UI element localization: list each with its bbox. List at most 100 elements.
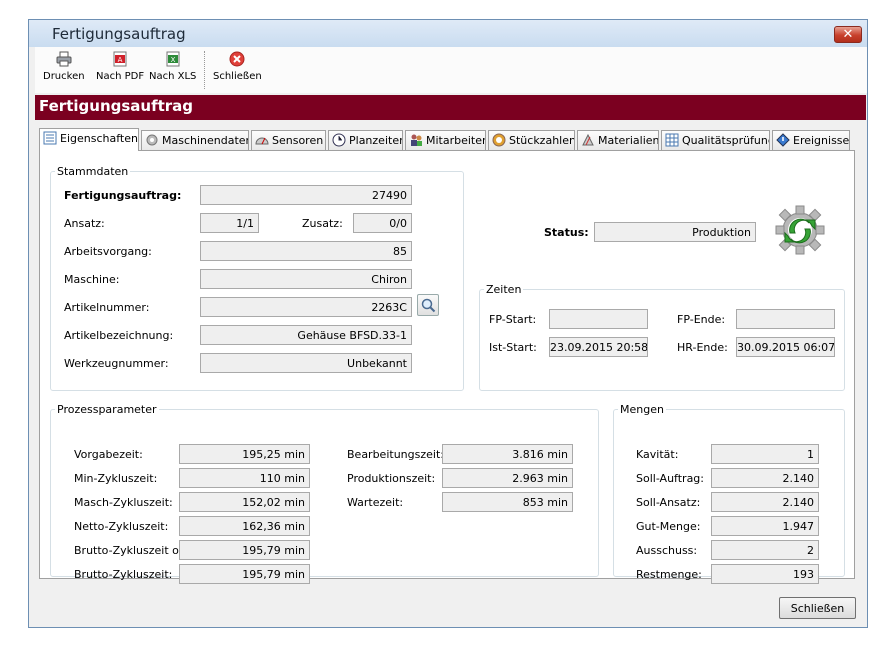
toolbar: Drucken A Nach PDF X Nach XLS Schließen	[35, 47, 867, 93]
svg-text:A: A	[118, 56, 123, 64]
ist-start-field: 23.09.2015 20:58	[549, 337, 648, 357]
dialog-window: Fertigungsauftrag ✕ Drucken A Nach PDF X…	[28, 19, 868, 628]
brutto-zykluszeit-os-label: Brutto-Zykluszeit oS:	[74, 544, 190, 557]
maschine-label: Maschine:	[64, 273, 120, 286]
hr-ende-field: 30.09.2015 06:07	[736, 337, 835, 357]
arbeitsvorgang-field: 85	[200, 241, 412, 261]
soll-ansatz-label: Soll-Ansatz:	[636, 496, 701, 509]
artikelbezeichnung-label: Artikelbezeichnung:	[64, 329, 174, 342]
brutto-zykluszeit-os-field: 195,79 min	[179, 540, 310, 560]
status-field: Produktion	[594, 222, 756, 242]
netto-zykluszeit-label: Netto-Zykluszeit:	[74, 520, 169, 533]
wartezeit-label: Wartezeit:	[347, 496, 404, 509]
tab-label: Materialien	[598, 134, 659, 147]
tab-label: Sensoren	[272, 134, 324, 147]
svg-text:X: X	[170, 56, 175, 64]
min-zykluszeit-label: Min-Zykluszeit:	[74, 472, 158, 485]
brutto-zykluszeit-label: Brutto-Zykluszeit:	[74, 568, 173, 581]
status-label: Status:	[544, 226, 589, 239]
tab-materialien[interactable]: Materialien	[577, 130, 659, 150]
artikelbezeichnung-field: Gehäuse BFSD.33-1	[200, 325, 412, 345]
tab-label: Mitarbeiter	[426, 134, 486, 147]
tab-label: Qualitätsprüfung	[682, 134, 770, 147]
fp-ende-label: FP-Ende:	[677, 313, 726, 326]
masch-zykluszeit-label: Masch-Zykluszeit:	[74, 496, 173, 509]
artikelnummer-field: 2263C	[200, 297, 412, 317]
werkzeugnummer-label: Werkzeugnummer:	[64, 357, 169, 370]
werkzeugnummer-field: Unbekannt	[200, 353, 412, 373]
close-label: Schließen	[213, 71, 262, 82]
ansatz-field: 1/1	[200, 213, 259, 233]
mengen-legend: Mengen	[620, 403, 664, 416]
artikelnummer-label: Artikelnummer:	[64, 301, 150, 314]
fertigungsauftrag-label: Fertigungsauftrag:	[64, 189, 182, 202]
tab-mitarbeiter[interactable]: Mitarbeiter	[405, 130, 486, 150]
tab-stueckzahlen[interactable]: Stückzahlen	[488, 130, 575, 150]
zusatz-field: 0/0	[353, 213, 412, 233]
wartezeit-field: 853 min	[442, 492, 573, 512]
prozessparameter-legend: Prozessparameter	[57, 403, 157, 416]
netto-zykluszeit-field: 162,36 min	[179, 516, 310, 536]
ausschuss-label: Ausschuss:	[636, 544, 698, 557]
restmenge-field: 193	[711, 564, 819, 584]
title-bar: Fertigungsauftrag ✕	[29, 20, 867, 47]
close-button[interactable]: Schließen	[779, 597, 856, 619]
tab-sensoren[interactable]: Sensoren	[251, 130, 326, 150]
gear-icon	[146, 134, 158, 146]
kavitaet-field: 1	[711, 444, 819, 464]
export-pdf-button[interactable]: A Nach PDF	[96, 51, 144, 82]
toolbar-separator	[204, 51, 205, 89]
bearbeitungszeit-label: Bearbeitungszeit:	[347, 448, 444, 461]
restmenge-label: Restmenge:	[636, 568, 702, 581]
tab-eigenschaften[interactable]: Eigenschaften	[39, 128, 139, 151]
print-label: Drucken	[43, 71, 85, 82]
users-icon	[411, 134, 422, 146]
fp-ende-field	[736, 309, 835, 329]
soll-auftrag-field: 2.140	[711, 468, 819, 488]
export-xls-button[interactable]: X Nach XLS	[149, 51, 196, 82]
fertigungsauftrag-field: 27490	[200, 185, 412, 205]
bearbeitungszeit-field: 3.816 min	[442, 444, 573, 464]
toolbar-close-button[interactable]: Schließen	[213, 51, 262, 82]
xls-label: Nach XLS	[149, 71, 197, 82]
tab-ereignisse[interactable]: Ereignisse	[772, 130, 850, 150]
refresh-gear-icon	[775, 205, 825, 255]
quality-icon	[665, 133, 679, 147]
tab-strip: Eigenschaften Maschinendaten Sensoren Pl…	[39, 128, 855, 151]
tab-label: Eigenschaften	[60, 132, 138, 145]
article-search-button[interactable]	[417, 294, 439, 316]
section-banner: Fertigungsauftrag	[35, 95, 866, 120]
maschine-field: Chiron	[200, 269, 412, 289]
min-zykluszeit-field: 110 min	[179, 468, 310, 488]
clock-icon	[332, 133, 346, 147]
tab-qualitaetspruefung[interactable]: Qualitätsprüfung	[661, 130, 770, 150]
produktionszeit-field: 2.963 min	[442, 468, 573, 488]
zeiten-legend: Zeiten	[486, 283, 522, 296]
window-title: Fertigungsauftrag	[52, 25, 186, 43]
pdf-label: Nach PDF	[96, 71, 145, 82]
events-icon	[776, 133, 790, 147]
masch-zykluszeit-field: 152,02 min	[179, 492, 310, 512]
tab-label: Stückzahlen	[509, 134, 575, 147]
gut-menge-field: 1.947	[711, 516, 819, 536]
soll-ansatz-field: 2.140	[711, 492, 819, 512]
ausschuss-field: 2	[711, 540, 819, 560]
tab-label: Ereignisse	[793, 134, 850, 147]
tab-label: Maschinendaten	[162, 134, 249, 147]
gauge-icon	[255, 137, 269, 145]
printer-icon	[56, 51, 72, 67]
fp-start-label: FP-Start:	[489, 313, 537, 326]
pdf-icon: A	[113, 51, 127, 67]
print-button[interactable]: Drucken	[43, 51, 85, 82]
properties-icon	[43, 131, 57, 145]
tab-maschinendaten[interactable]: Maschinendaten	[141, 130, 249, 150]
excel-icon: X	[166, 51, 180, 67]
properties-panel: Stammdaten Fertigungsauftrag: 27490 Ansa…	[39, 150, 855, 584]
ansatz-label: Ansatz:	[64, 217, 105, 230]
brutto-zykluszeit-field: 195,79 min	[179, 564, 310, 584]
counter-icon	[492, 133, 506, 147]
tab-planzeiten[interactable]: Planzeiten	[328, 130, 403, 150]
stammdaten-legend: Stammdaten	[57, 165, 129, 178]
soll-auftrag-label: Soll-Auftrag:	[636, 472, 704, 485]
window-close-button[interactable]: ✕	[834, 26, 862, 43]
